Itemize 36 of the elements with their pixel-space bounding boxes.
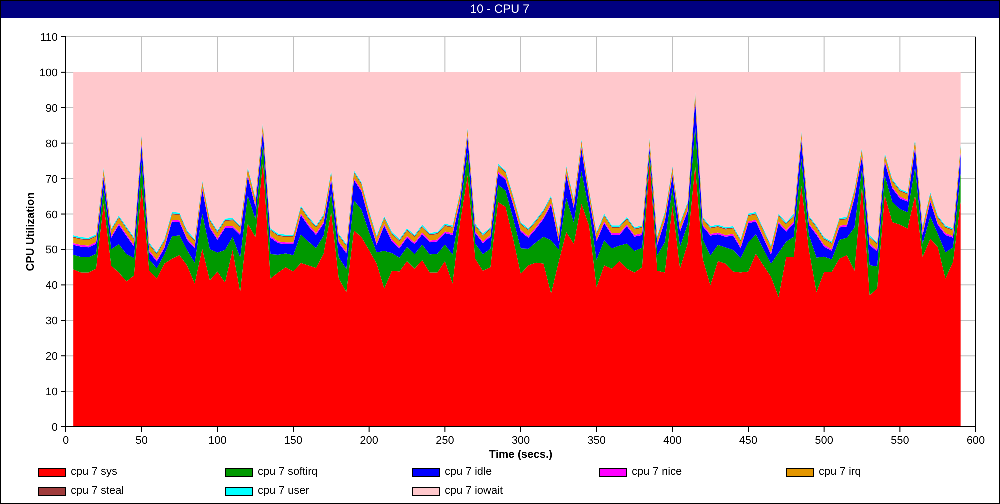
axis-tick-label: 110 [40, 32, 58, 44]
axis-tick-label: 550 [890, 435, 910, 447]
axis-tick-label: 60 [46, 209, 58, 222]
axis-tick-label: 100 [208, 435, 227, 447]
axis-tick-label: 150 [284, 435, 303, 447]
axis-tick-label: 100 [40, 67, 58, 80]
axis-tick-label: 70 [46, 174, 58, 186]
legend-label: cpu 7 nice [632, 466, 682, 479]
axis-title: Time (secs.) [489, 449, 553, 461]
legend-label: cpu 7 steal [71, 485, 124, 498]
axis-tick-label: 200 [360, 435, 379, 447]
legend-label: cpu 7 idle [445, 466, 492, 479]
legend-label: cpu 7 iowait [445, 485, 504, 498]
axis-tick-label: 300 [512, 435, 530, 447]
axis-tick-label: 30 [46, 316, 58, 328]
legend-label: cpu 7 user [258, 485, 310, 498]
axis-tick-label: 250 [436, 435, 454, 447]
axis-tick-label: 40 [46, 280, 58, 292]
legend-label: cpu 7 softirq [258, 466, 318, 479]
axis-tick-label: 50 [136, 435, 148, 447]
axis-tick-label: 50 [46, 244, 58, 257]
axis-tick-label: 0 [62, 435, 70, 447]
axis-tick-label: 90 [46, 102, 58, 115]
axis-tick-label: 500 [815, 435, 834, 447]
axis-title: CPU Utilization [25, 192, 37, 272]
legend-label: cpu 7 sys [71, 466, 118, 479]
axis-tick-label: 20 [46, 351, 58, 364]
window-title: 10 - CPU 7 [1, 1, 999, 18]
axis-tick-label: 400 [663, 435, 682, 447]
axis-tick-label: 0 [52, 422, 58, 434]
axis-tick-label: 80 [46, 138, 58, 150]
axis-tick-label: 10 [46, 386, 58, 399]
axis-tick-label: 600 [966, 435, 986, 447]
axis-tick-label: 350 [588, 435, 606, 447]
axis-tick-label: 450 [739, 435, 758, 447]
legend-label: cpu 7 irq [819, 466, 862, 479]
